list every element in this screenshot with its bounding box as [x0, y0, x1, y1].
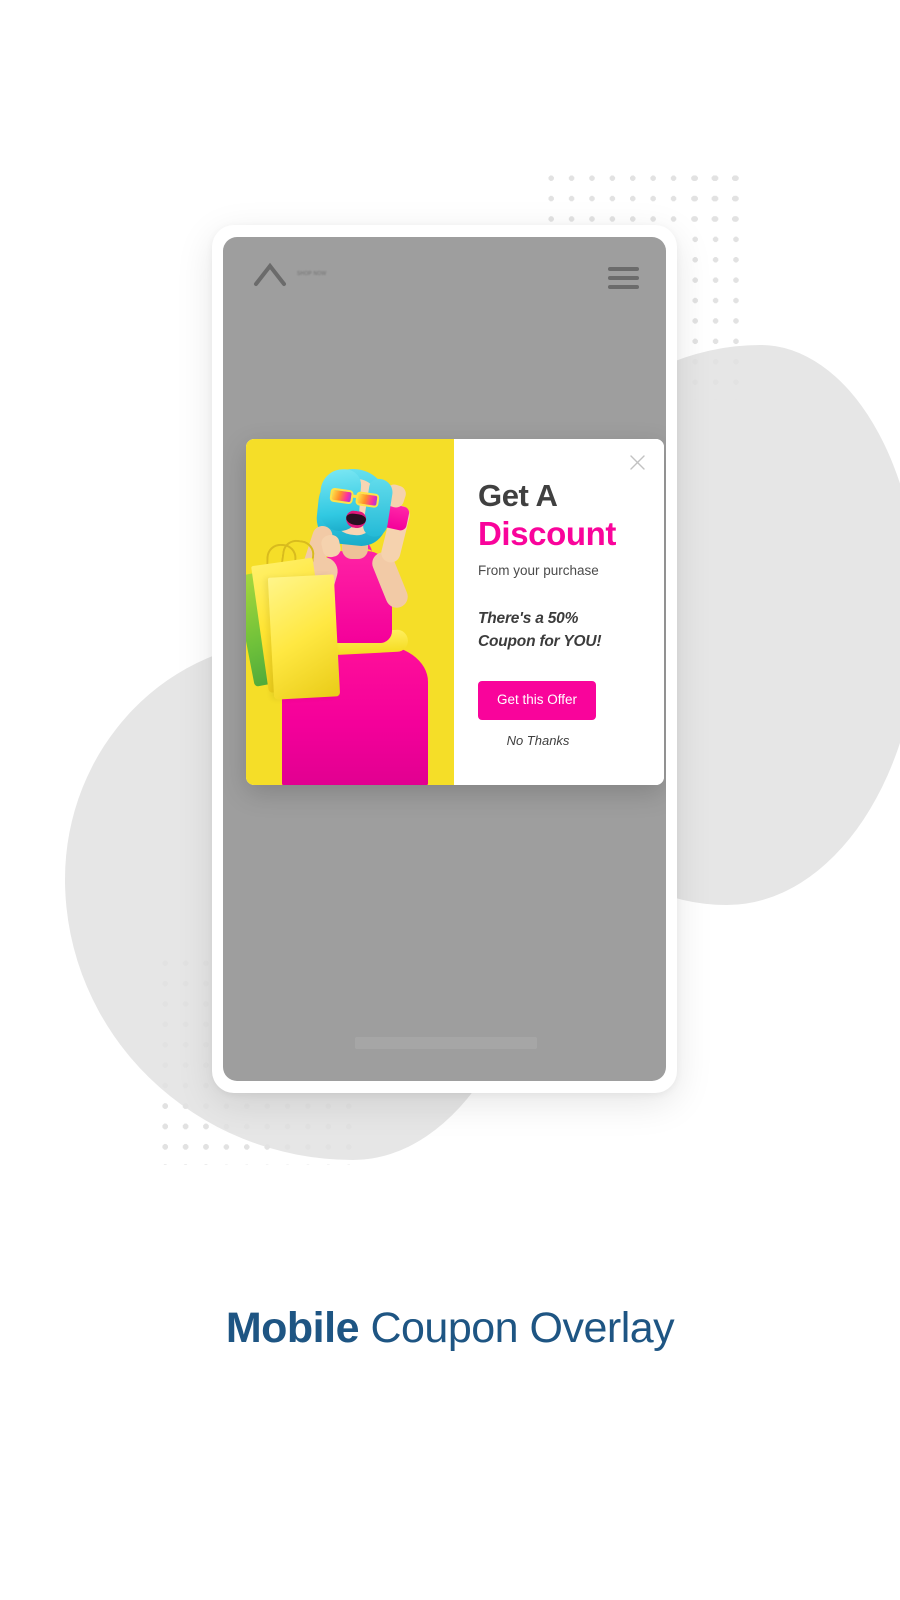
modal-offer-text: There's a 50% Coupon for YOU!	[478, 610, 602, 650]
coupon-overlay-modal: Get A Discount From your purchase There'…	[246, 439, 664, 785]
close-icon[interactable]	[624, 449, 650, 475]
dot-grid-top-right-column	[682, 165, 744, 400]
sunglass-lens-left	[329, 487, 355, 505]
dot-grid-top-right	[538, 165, 743, 227]
phone-screen: SHOP NOW Get A Discount From your purcha…	[223, 237, 666, 1081]
dot-grid-bottom-left-column	[152, 950, 214, 1165]
hamburger-bar	[608, 276, 639, 280]
woman-with-shopping-bags-illustration	[246, 439, 454, 785]
no-thanks-link[interactable]: No Thanks	[478, 733, 598, 749]
modal-headline-line1: Get A	[478, 478, 558, 513]
hamburger-bar	[608, 285, 639, 289]
page-content-placeholder	[355, 1037, 537, 1049]
modal-content: Get A Discount From your purchase There'…	[454, 439, 664, 785]
modal-headline-line2: Discount	[478, 515, 616, 552]
chevron-up-logo-icon[interactable]	[253, 261, 287, 287]
get-this-offer-button[interactable]: Get this Offer	[478, 681, 597, 720]
page-title-bold-word: Mobile	[225, 1304, 360, 1352]
modal-subline: From your purchase	[478, 563, 599, 578]
page-title-rest: Coupon Overlay	[359, 1304, 675, 1352]
hamburger-bar	[608, 267, 639, 271]
page-title: Mobile Coupon Overlay	[0, 1298, 900, 1358]
hamburger-menu-icon[interactable]	[608, 267, 639, 289]
shopping-bags-group	[246, 538, 355, 705]
modal-image	[246, 439, 454, 785]
shopping-bag-yellow-front	[267, 574, 341, 700]
dot-grid-bottom-left-row	[152, 1093, 357, 1165]
site-wordmark: SHOP NOW	[297, 271, 327, 277]
sunglass-lens-right	[355, 491, 380, 509]
phone-mockup: SHOP NOW Get A Discount From your purcha…	[212, 225, 677, 1093]
site-header: SHOP NOW	[223, 237, 666, 315]
poster-canvas: SHOP NOW Get A Discount From your purcha…	[0, 0, 900, 1600]
